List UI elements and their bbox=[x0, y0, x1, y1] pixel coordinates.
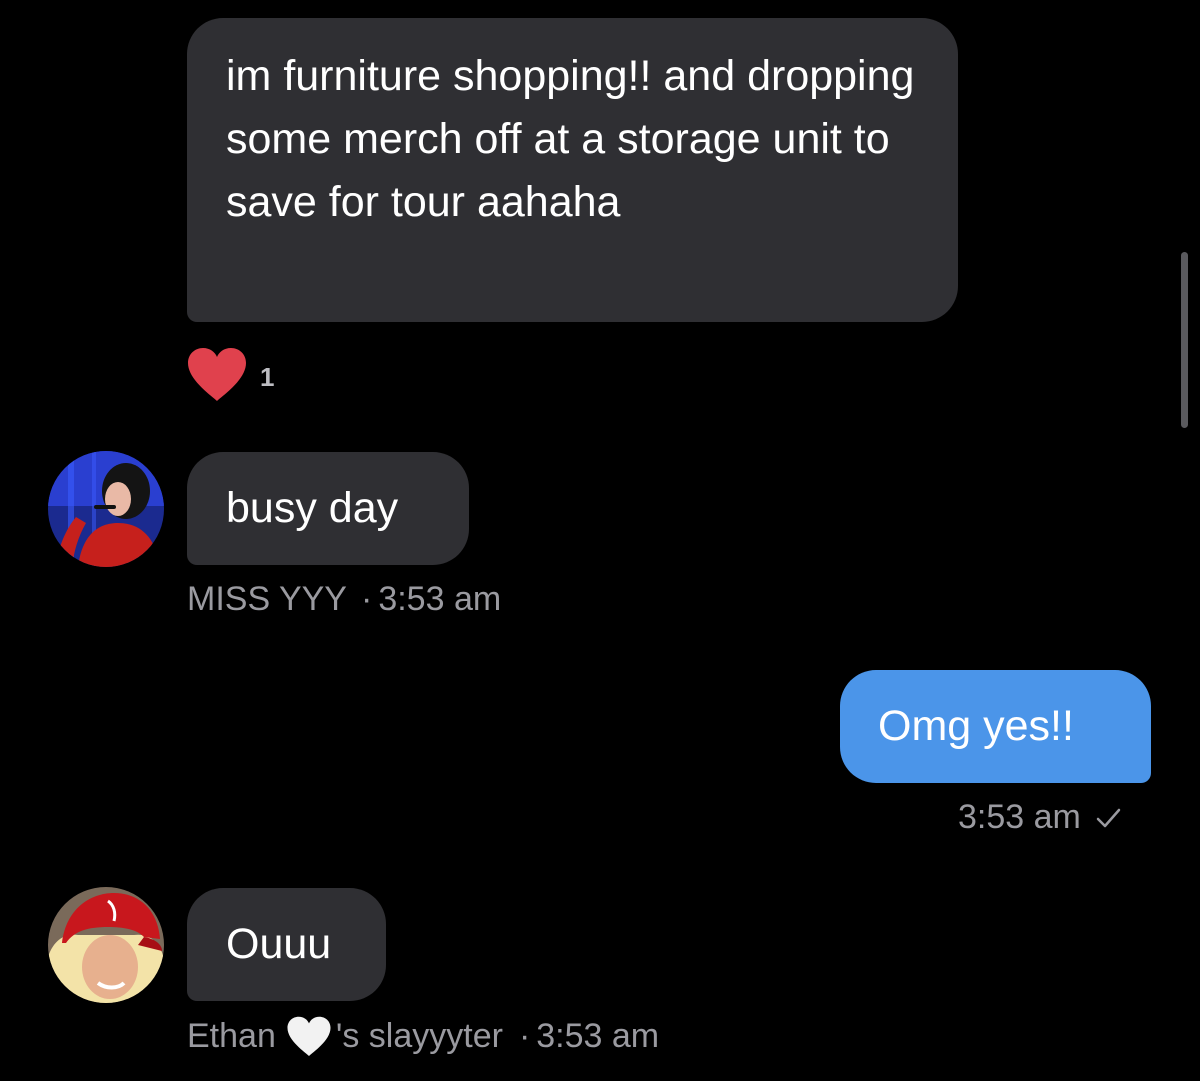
message-text: Ouuu bbox=[226, 920, 332, 968]
message-meta: MISS YYY · 3:53 am bbox=[187, 580, 501, 619]
meta-separator: · bbox=[361, 580, 373, 618]
reaction-count: 1 bbox=[260, 361, 275, 392]
message-bubble-furniture[interactable]: im furniture shopping!! and dropping som… bbox=[187, 18, 958, 322]
reaction-badge[interactable]: 1 bbox=[186, 346, 274, 402]
heart-icon bbox=[186, 346, 248, 402]
message-bubble-omg-yes[interactable]: Omg yes!! bbox=[840, 670, 1151, 783]
timestamp: 3:53 am bbox=[958, 798, 1081, 836]
sender-name-prefix: Ethan bbox=[187, 1016, 276, 1055]
white-heart-icon bbox=[286, 1015, 332, 1057]
check-icon bbox=[1093, 803, 1123, 833]
avatar-ethan[interactable] bbox=[48, 887, 164, 1003]
timestamp: 3:53 am bbox=[536, 1016, 660, 1055]
meta-separator: · bbox=[518, 1016, 531, 1055]
message-bubble-busy-day[interactable]: busy day bbox=[187, 452, 469, 565]
sender-name-suffix: 's slayyyter bbox=[335, 1016, 503, 1055]
message-meta: Ethan 's slayyyter · 3:53 am bbox=[187, 1015, 659, 1057]
scrollbar[interactable] bbox=[1181, 252, 1188, 428]
timestamp: 3:53 am bbox=[378, 580, 502, 618]
avatar-miss-yyy[interactable] bbox=[48, 451, 164, 567]
message-meta: 3:53 am bbox=[958, 798, 1123, 837]
message-text: Omg yes!! bbox=[878, 702, 1074, 750]
message-text: busy day bbox=[226, 484, 399, 532]
sender-name: MISS YYY bbox=[187, 580, 347, 618]
message-bubble-ouuu[interactable]: Ouuu bbox=[187, 888, 386, 1001]
message-text: im furniture shopping!! and dropping som… bbox=[226, 52, 915, 226]
